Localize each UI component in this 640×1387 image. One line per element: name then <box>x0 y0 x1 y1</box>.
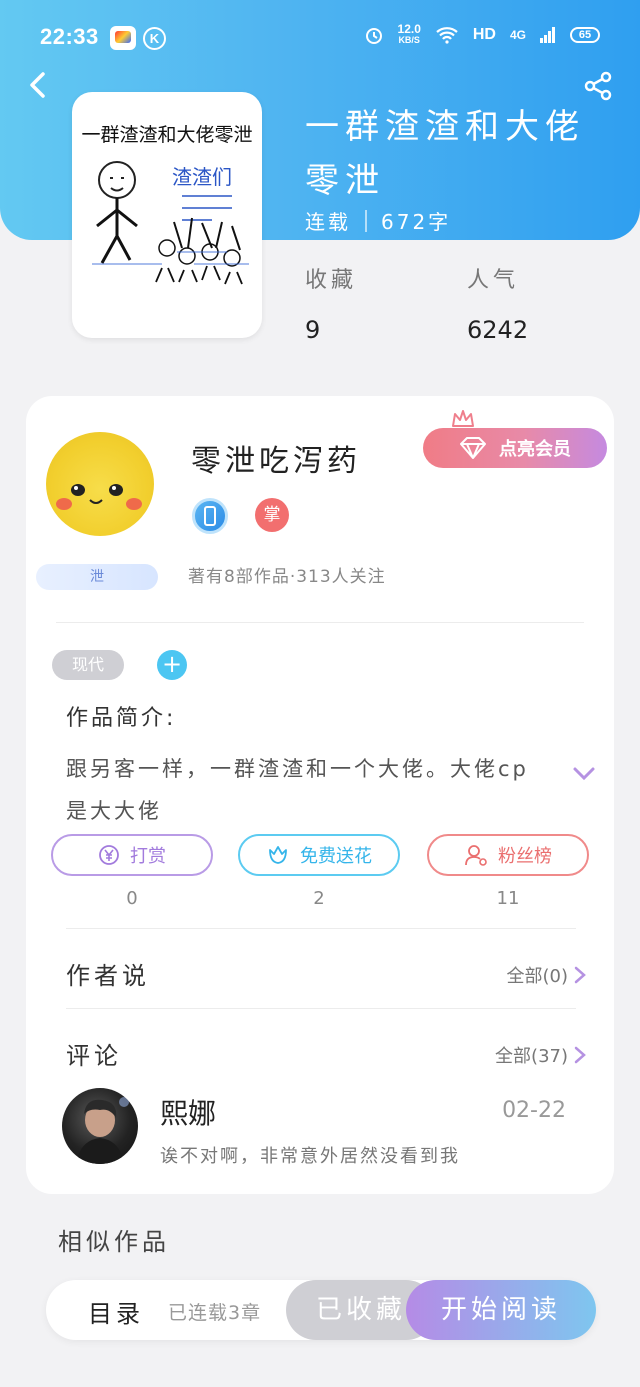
author-name[interactable]: 零泄吃泻药 <box>191 436 361 480</box>
reward-count: 0 <box>126 888 138 909</box>
word-count: 672字 <box>381 210 452 234</box>
meta-divider <box>365 209 367 232</box>
net-speed-value: 12.0 <box>397 22 421 36</box>
crown-icon <box>452 410 474 427</box>
stat-value: 9 <box>305 316 321 344</box>
commenter-photo <box>76 1097 129 1164</box>
status-bar: 22:33 K 12.0 KB/S HD 4G 65 <box>0 0 640 56</box>
activate-vip-button[interactable]: 点亮会员 <box>423 428 607 468</box>
comments-title: 评论 <box>66 1042 122 1070</box>
similar-works-title: 相似作品 <box>58 1228 170 1256</box>
pikachu-face <box>56 484 142 510</box>
intro-text: 跟另客一样，一群渣渣和一个大佬。大佬cp是大大佬 <box>66 757 529 823</box>
chapter-count: 已连载3章 <box>168 1302 262 1324</box>
battery-indicator: 65 <box>570 27 600 43</box>
hd-indicator: HD <box>472 26 496 43</box>
signal-icon <box>540 27 555 43</box>
comments-count: 全部(37) <box>495 1046 568 1067</box>
author-says-count: 全部(0) <box>506 966 569 987</box>
bottom-action-bar: 目录 已连载3章 已收藏 开始阅读 <box>46 1280 596 1340</box>
send-flower-button[interactable]: 免费送花 <box>238 834 400 876</box>
genre-tag[interactable]: 现代 <box>52 650 124 680</box>
fan-ranking-button[interactable]: 粉丝榜 <box>427 834 589 876</box>
book-meta: 连载 672字 <box>305 206 451 235</box>
book-stats: 收藏 9 人气 6242 <box>305 262 528 344</box>
back-arrow-icon[interactable] <box>24 70 54 100</box>
author-avatar[interactable] <box>46 432 154 536</box>
flower-icon <box>269 846 287 864</box>
svg-text:渣渣们: 渣渣们 <box>172 165 232 189</box>
user-icon <box>465 845 487 866</box>
phone-icon <box>204 506 216 526</box>
chevron-down-icon[interactable] <box>572 766 596 782</box>
comment-text[interactable]: 诶不对啊，非常意外居然没看到我 <box>160 1142 460 1168</box>
start-reading-button[interactable]: 开始阅读 <box>406 1280 596 1340</box>
share-icon[interactable] <box>582 70 614 102</box>
author-summary: 著有8部作品·313人关注 <box>188 567 386 587</box>
alarm-icon <box>365 28 382 44</box>
vip-label: 点亮会员 <box>499 439 571 460</box>
status-time: 22:33 <box>40 24 99 49</box>
divider <box>66 1008 576 1009</box>
intro-title: 作品简介: <box>66 706 177 731</box>
stat-value: 6242 <box>467 316 529 344</box>
flower-label: 免费送花 <box>300 846 372 867</box>
reward-label: 打赏 <box>130 846 166 867</box>
yuan-icon <box>99 845 119 865</box>
comments-more[interactable]: 全部(37) <box>495 1042 586 1068</box>
commenter-avatar[interactable] <box>62 1088 138 1164</box>
divider <box>56 622 584 623</box>
signal-label: 4G <box>509 28 526 42</box>
author-says-more[interactable]: 全部(0) <box>507 962 587 988</box>
stat-collect: 收藏 9 <box>305 262 357 344</box>
table-of-contents-button[interactable]: 目录 <box>88 1294 144 1329</box>
wifi-icon <box>436 27 458 44</box>
author-badge[interactable]: 掌 <box>255 498 289 532</box>
flower-count: 2 <box>313 888 325 909</box>
stat-label: 人气 <box>467 268 520 293</box>
stat-popularity: 人气 6242 <box>467 262 528 344</box>
phone-badge-icon[interactable] <box>192 498 228 534</box>
author-says-title: 作者说 <box>66 962 150 990</box>
book-detail-card: 零泄吃泻药 点亮会员 掌 泄 著有8部作品·313人关注 现代 + 作品简介: … <box>26 396 614 1194</box>
fans-count: 11 <box>496 888 520 909</box>
network-speed: 12.0 KB/S <box>397 22 421 46</box>
add-tag-button[interactable]: + <box>157 650 187 680</box>
comment-date: 02-22 <box>502 1098 566 1123</box>
book-cover[interactable]: 一群渣渣和大佬零泄 渣渣们 <box>72 92 262 338</box>
commenter-name[interactable]: 熙娜 <box>160 1092 216 1132</box>
author-level-tag: 泄 <box>36 564 158 590</box>
reward-button[interactable]: 打赏 <box>51 834 213 876</box>
cover-title: 一群渣渣和大佬零泄 <box>81 124 253 146</box>
stat-label: 收藏 <box>305 268 358 293</box>
cover-doodle: 渣渣们 <box>92 161 249 285</box>
net-speed-unit: KB/S <box>398 35 420 45</box>
book-title: 一群渣渣和大佬零泄 <box>305 107 585 201</box>
fans-label: 粉丝榜 <box>498 846 552 867</box>
diamond-icon <box>460 437 486 459</box>
chevron-right-icon <box>574 966 586 984</box>
app-notification-icon <box>110 26 136 50</box>
book-status: 连载 <box>305 210 351 234</box>
k-app-icon: K <box>143 27 166 50</box>
divider <box>66 928 576 929</box>
chevron-right-icon <box>574 1046 586 1064</box>
